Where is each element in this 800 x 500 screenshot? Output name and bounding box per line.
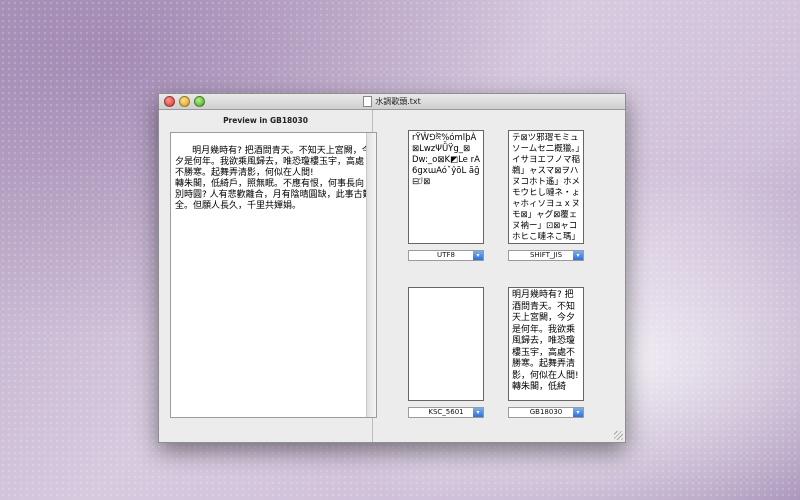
encoding-select-label: KSC_5601 (428, 408, 464, 416)
window-title-group: 水調歌頭.txt (363, 94, 421, 109)
zoom-icon[interactable] (194, 96, 205, 107)
chevron-down-icon: ▾ (573, 408, 583, 417)
encoding-select-label: SHIFT_JIS (529, 251, 563, 259)
encoding-select-label: UTF8 (437, 251, 455, 259)
preview-text: 明月幾時有? 把酒問青天。不知天上宮闕，今夕是何年。我欲乘風歸去，唯恐瓊樓玉宇，… (175, 146, 372, 211)
encoding-preview-gb18030[interactable]: 明月幾時有? 把酒問青天。不知天上宮闕，今夕是何年。我欲乘風歸去，唯恐瓊樓玉宇，… (508, 287, 584, 401)
chevron-down-icon: ▾ (473, 251, 483, 260)
chevron-down-icon: ▾ (573, 251, 583, 260)
encoding-block-ksc5601: KSC_5601 ▾ (408, 287, 484, 418)
preview-pane: Preview in GB18030 明月幾時有? 把酒問青天。不知天上宮闕，今… (159, 110, 377, 442)
window-title: 水調歌頭.txt (375, 97, 421, 106)
preview-text-area[interactable]: 明月幾時有? 把酒問青天。不知天上宮闕，今夕是何年。我欲乘風歸去，唯恐瓊樓玉宇，… (170, 132, 377, 418)
encodings-pane: rŸŴ⅁ঈ%ómlþÀ⊠LwzΨǕŸg_⊠ Dw:_o⊠K◩Le rA6gxɯA… (373, 110, 625, 442)
app-window: 水調歌頭.txt Preview in GB18030 明月幾時有? 把酒問青天… (158, 93, 626, 443)
window-controls (164, 96, 205, 107)
document-icon (363, 96, 373, 107)
encoding-select-gb18030[interactable]: GB18030 ▾ (508, 407, 584, 418)
encoding-block-utf8: rŸŴ⅁ঈ%ómlþÀ⊠LwzΨǕŸg_⊠ Dw:_o⊠K◩Le rA6gxɯA… (408, 130, 484, 261)
encoding-block-shift-jis: テ⊠ツ邪瑁モミュソームセ二概獵。」イサヨエフノマ稲鵜」ャスマ⊠ヲハヌコホト遙」ホ… (508, 130, 584, 261)
preview-header: Preview in GB18030 (223, 116, 308, 125)
title-bar[interactable]: 水調歌頭.txt (159, 94, 625, 110)
encoding-preview-utf8[interactable]: rŸŴ⅁ঈ%ómlþÀ⊠LwzΨǕŸg_⊠ Dw:_o⊠K◩Le rA6gxɯA… (408, 130, 484, 244)
minimize-icon[interactable] (179, 96, 190, 107)
encoding-select-label: GB18030 (529, 408, 563, 416)
encoding-select-shift-jis[interactable]: SHIFT_JIS ▾ (508, 250, 584, 261)
resize-grip-icon[interactable] (614, 431, 623, 440)
encoding-select-ksc5601[interactable]: KSC_5601 ▾ (408, 407, 484, 418)
encoding-preview-shift-jis[interactable]: テ⊠ツ邪瑁モミュソームセ二概獵。」イサヨエフノマ稲鵜」ャスマ⊠ヲハヌコホト遙」ホ… (508, 130, 584, 244)
encoding-select-utf8[interactable]: UTF8 ▾ (408, 250, 484, 261)
encoding-preview-ksc5601[interactable] (408, 287, 484, 401)
close-icon[interactable] (164, 96, 175, 107)
encoding-block-gb18030: 明月幾時有? 把酒問青天。不知天上宮闕，今夕是何年。我欲乘風歸去，唯恐瓊樓玉宇，… (508, 287, 584, 418)
chevron-down-icon: ▾ (473, 408, 483, 417)
